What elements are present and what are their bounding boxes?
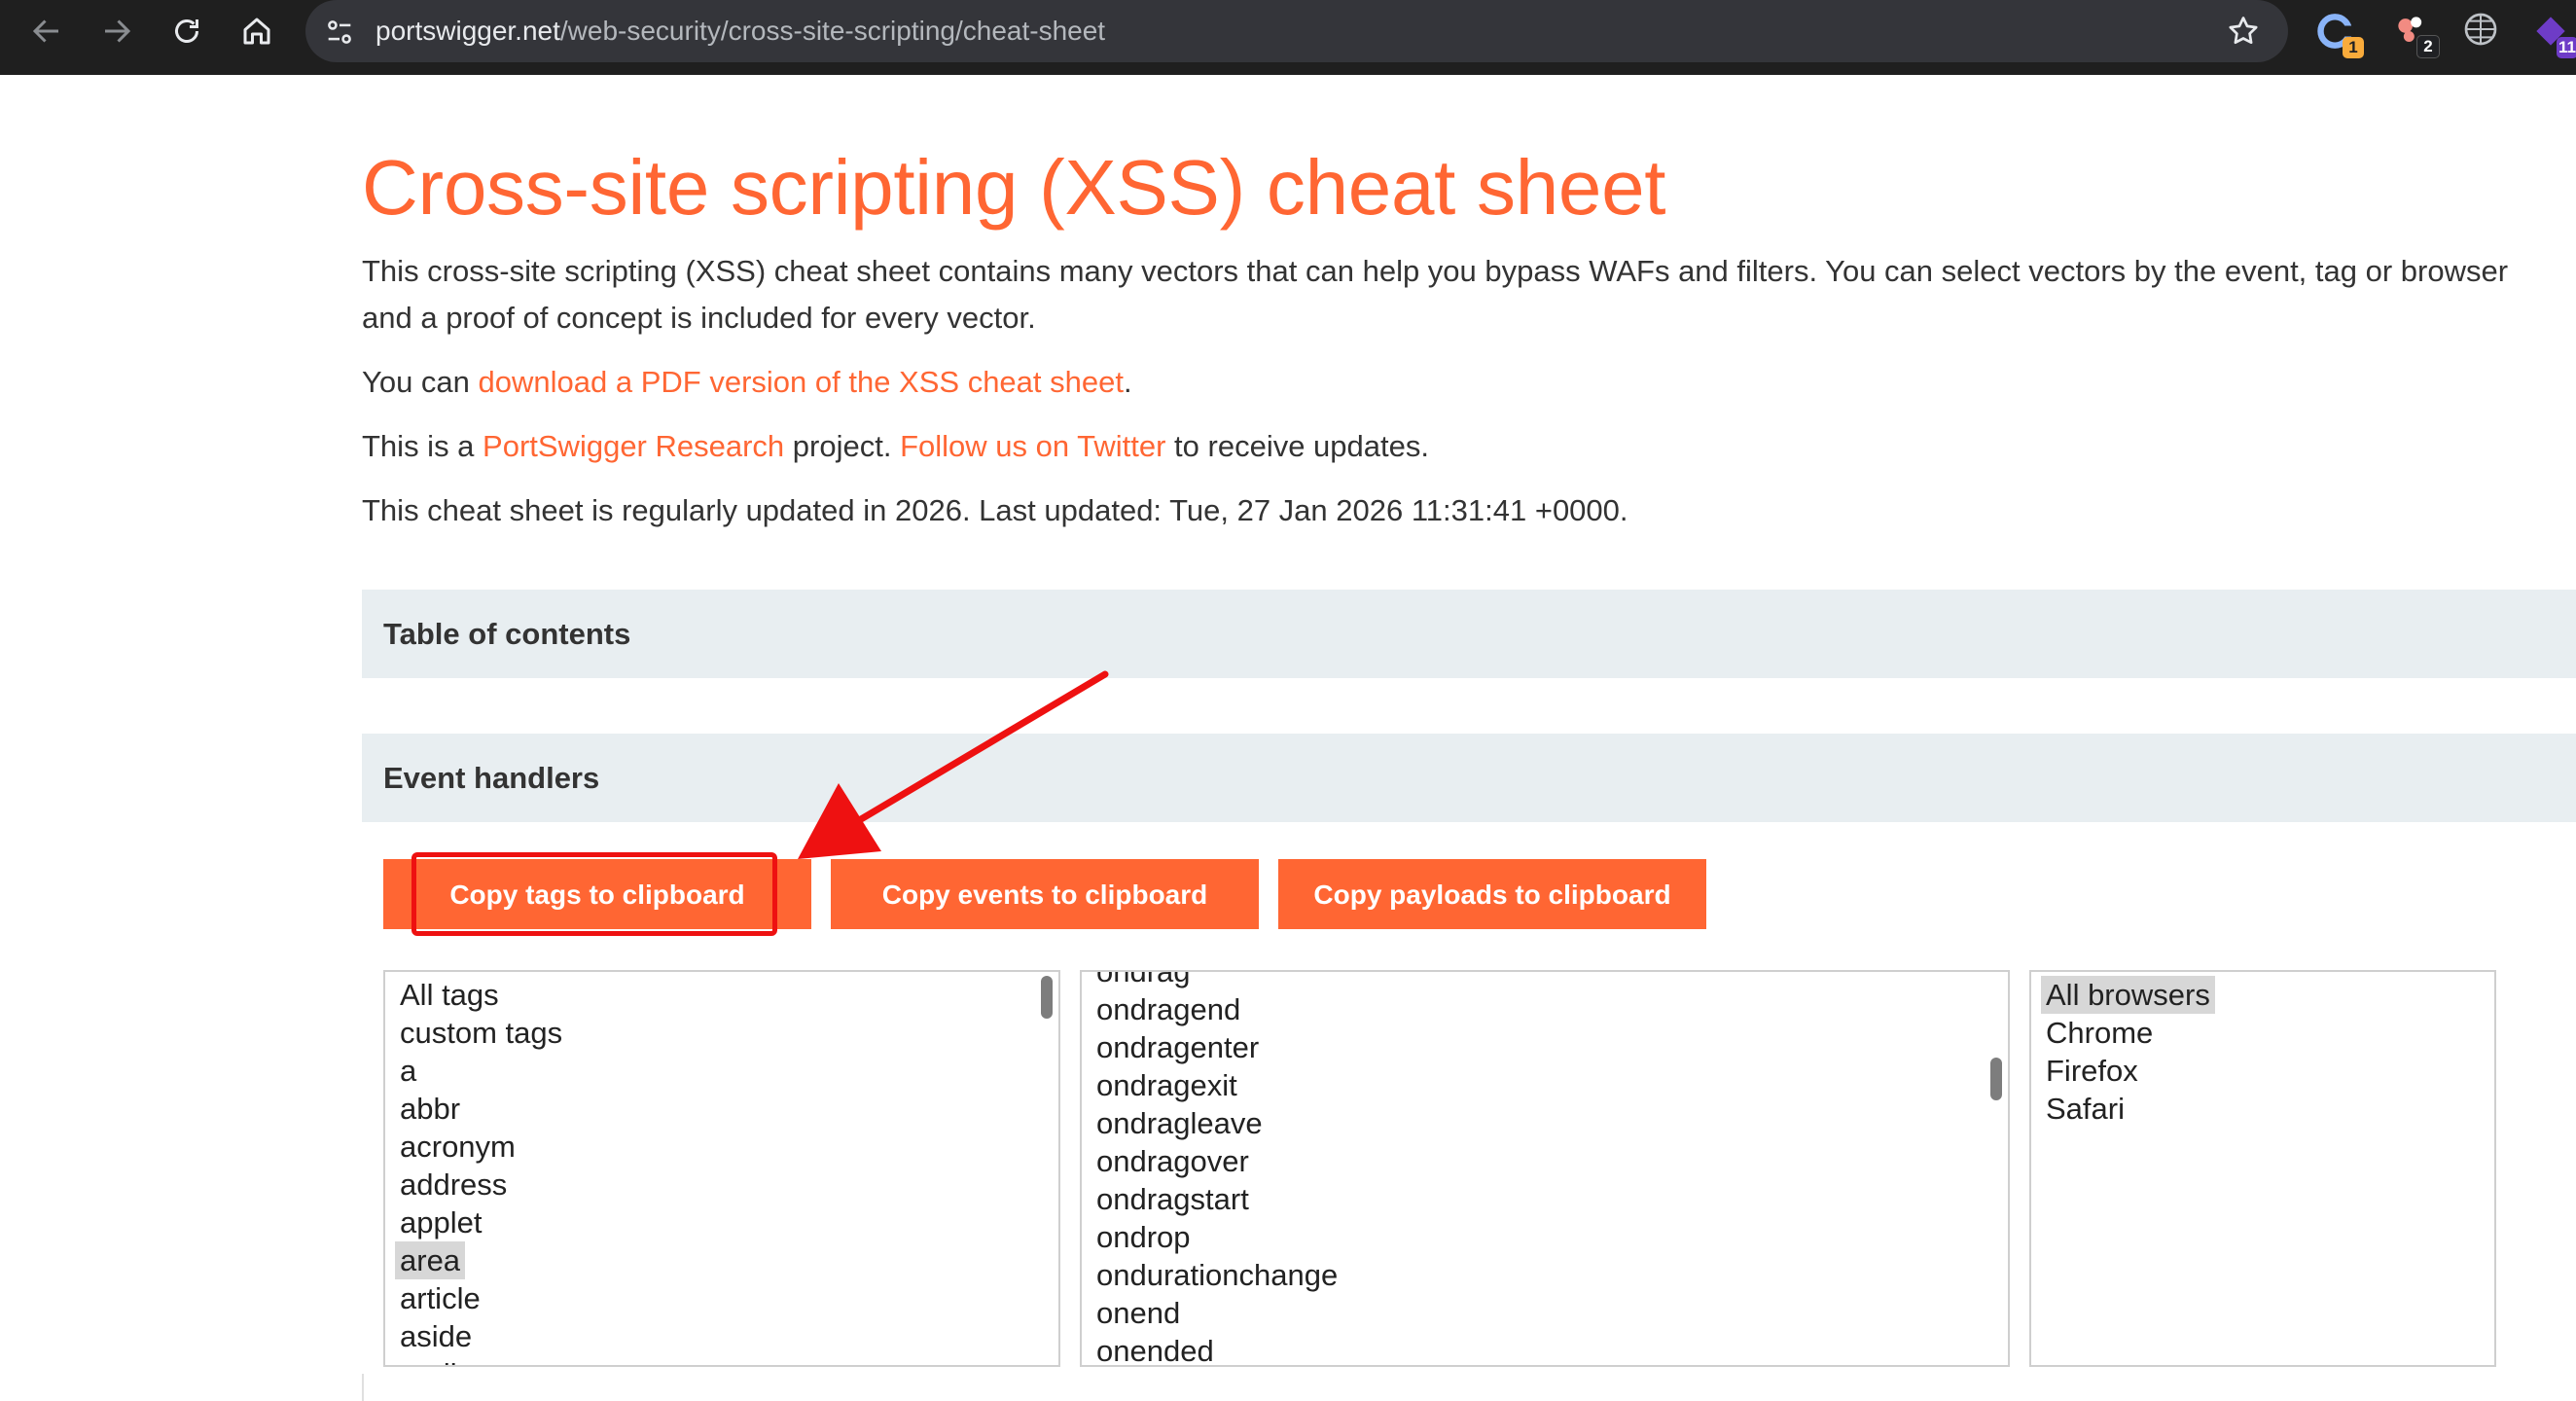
tag-option[interactable]: custom tags <box>395 1014 567 1052</box>
browsers-list: All browsers Chrome Firefox Safari <box>2041 976 2215 1128</box>
toc-heading: Table of contents <box>383 617 631 651</box>
home-icon <box>243 18 270 45</box>
tag-option[interactable]: a <box>395 1052 567 1090</box>
event-option[interactable]: ondrop <box>1091 1218 1342 1256</box>
back-arrow-icon <box>32 19 58 43</box>
events-listbox[interactable]: ondrag ondragend ondragenter ondragexit … <box>1080 970 2010 1367</box>
tag-option[interactable]: address <box>395 1166 567 1203</box>
tags-scrollbar[interactable] <box>1041 976 1053 1019</box>
event-option[interactable]: ondragstart <box>1091 1180 1342 1218</box>
download-suffix: . <box>1123 365 1132 399</box>
tag-option[interactable]: applet <box>395 1203 567 1241</box>
tag-option[interactable]: abbr <box>395 1090 567 1128</box>
event-option[interactable]: ondragleave <box>1091 1104 1342 1142</box>
pdf-download-link[interactable]: download a PDF version of the XSS cheat … <box>479 365 1124 399</box>
event-option[interactable]: onend <box>1091 1294 1342 1332</box>
home-button[interactable] <box>220 0 286 62</box>
url-text[interactable]: portswigger.net/web-security/cross-site-… <box>376 0 1105 62</box>
url-path: /web-security/cross-site-scripting/cheat… <box>559 16 1106 46</box>
extension-paw-button[interactable]: 2 <box>2391 10 2440 58</box>
site-settings-icon[interactable] <box>323 16 356 49</box>
tag-option-selected[interactable]: area <box>395 1241 466 1279</box>
content-left-rule <box>362 1374 364 1401</box>
browser-option-selected[interactable]: All browsers <box>2041 976 2215 1014</box>
events-list: ondrag ondragend ondragenter ondragexit … <box>1091 972 1342 1365</box>
tag-option[interactable]: All tags <box>395 976 567 1014</box>
browser-toolbar: portswigger.net/web-security/cross-site-… <box>0 0 2576 75</box>
event-option[interactable]: ondragenter <box>1091 1028 1342 1066</box>
project-suffix: to receive updates. <box>1165 429 1429 463</box>
tags-listbox[interactable]: All tags custom tags a abbr acronym addr… <box>383 970 1060 1367</box>
project-paragraph: This is a PortSwigger Research project. … <box>362 423 1429 470</box>
forward-button[interactable] <box>80 0 146 62</box>
table-of-contents-header[interactable]: Table of contents <box>362 590 2576 678</box>
event-option[interactable]: ondragend <box>1091 990 1342 1028</box>
event-handlers-heading: Event handlers <box>383 761 600 795</box>
extension-globe-button[interactable] <box>2461 10 2508 56</box>
page-title: Cross-site scripting (XSS) cheat sheet <box>362 144 1666 231</box>
url-host: portswigger.net <box>376 16 560 46</box>
extension-badge: 2 <box>2416 35 2440 58</box>
browser-option[interactable]: Firefox <box>2041 1052 2215 1090</box>
event-option[interactable]: ondrag <box>1091 972 1342 990</box>
intro-line-2: and a proof of concept is included for e… <box>362 301 1036 335</box>
updated-paragraph: This cheat sheet is regularly updated in… <box>362 493 1628 527</box>
tag-option[interactable]: article <box>395 1279 567 1317</box>
extension-globe-icon <box>2464 13 2497 46</box>
event-option[interactable]: ondurationchange <box>1091 1256 1342 1294</box>
extension-badge: 1 <box>2343 37 2364 58</box>
project-prefix: This is a <box>362 429 483 463</box>
extension-badge: 11 <box>2557 37 2576 58</box>
annotation-highlight-box <box>411 852 777 936</box>
browser-option[interactable]: Safari <box>2041 1090 2215 1128</box>
portswigger-research-link[interactable]: PortSwigger Research <box>483 429 784 463</box>
forward-arrow-icon <box>105 19 131 43</box>
reload-button[interactable] <box>150 0 216 62</box>
project-mid: project. <box>784 429 901 463</box>
browser-option[interactable]: Chrome <box>2041 1014 2215 1052</box>
twitter-link[interactable]: Follow us on Twitter <box>900 429 1165 463</box>
tags-list: All tags custom tags a abbr acronym addr… <box>395 976 567 1365</box>
tag-option[interactable]: aside <box>395 1317 567 1355</box>
tag-option[interactable]: audio <box>395 1355 567 1365</box>
reload-icon <box>175 19 198 43</box>
browsers-listbox[interactable]: All browsers Chrome Firefox Safari <box>2029 970 2496 1367</box>
annotation-arrow-icon <box>798 670 1109 859</box>
extension-c-button[interactable]: 1 <box>2315 10 2364 58</box>
extension-purple-button[interactable]: 11 <box>2529 10 2576 58</box>
back-button[interactable] <box>10 0 76 62</box>
events-scrollbar[interactable] <box>1990 1058 2002 1100</box>
download-prefix: You can <box>362 365 479 399</box>
tag-option[interactable]: acronym <box>395 1128 567 1166</box>
download-paragraph: You can download a PDF version of the XS… <box>362 359 1132 406</box>
intro-line-1: This cross-site scripting (XSS) cheat sh… <box>362 254 2509 288</box>
page-content: Cross-site scripting (XSS) cheat sheet T… <box>0 75 2576 1401</box>
event-option[interactable]: ondragexit <box>1091 1066 1342 1104</box>
event-option[interactable]: ondragover <box>1091 1142 1342 1180</box>
copy-payloads-button[interactable]: Copy payloads to clipboard <box>1278 859 1706 929</box>
event-option[interactable]: onended <box>1091 1332 1342 1365</box>
event-handlers-header[interactable]: Event handlers <box>362 734 2576 822</box>
address-bar[interactable]: portswigger.net/web-security/cross-site-… <box>305 0 2288 62</box>
bookmark-star-icon[interactable] <box>2226 14 2261 49</box>
